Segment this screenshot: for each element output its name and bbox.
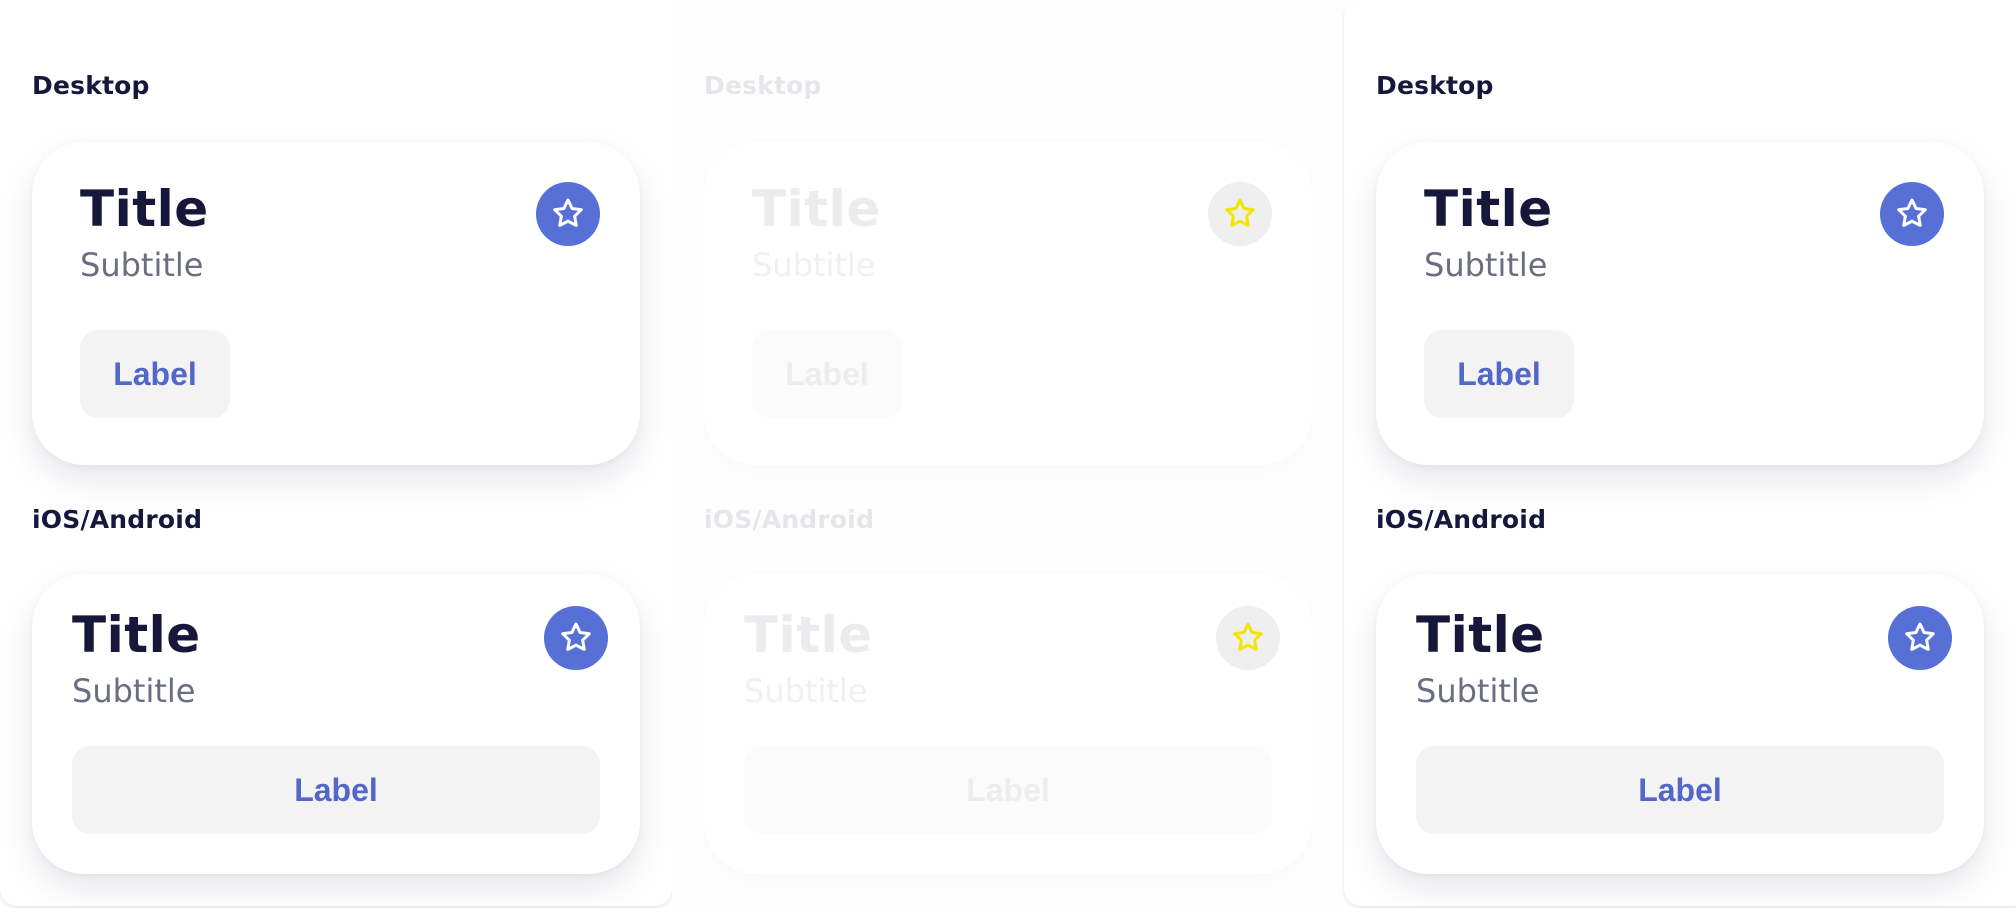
star-icon bbox=[1897, 198, 1927, 227]
card-variant-column-default-2: Desktop Title Subtitle Label iOS/Android… bbox=[1344, 0, 2016, 906]
card-title: Title bbox=[1416, 606, 1545, 664]
card-title: Title bbox=[752, 180, 881, 238]
card-subtitle: Subtitle bbox=[1416, 672, 1540, 710]
desktop-card-disabled: Title Subtitle Label bbox=[704, 142, 1312, 465]
card-title: Title bbox=[1424, 180, 1553, 238]
section-label-ios-android: iOS/Android bbox=[704, 505, 875, 534]
favorite-button[interactable] bbox=[1880, 182, 1944, 246]
section-label-desktop: Desktop bbox=[704, 71, 822, 100]
mobile-card: Title Subtitle Label bbox=[1376, 574, 1984, 874]
section-label-ios-android: iOS/Android bbox=[1376, 505, 1547, 534]
card-subtitle: Subtitle bbox=[744, 672, 868, 710]
favorite-button-disabled bbox=[1216, 606, 1280, 670]
desktop-card: Title Subtitle Label bbox=[1376, 142, 1984, 465]
mobile-card: Title Subtitle Label bbox=[32, 574, 640, 874]
card-variant-column-default-1: Desktop Title Subtitle Label iOS/Android… bbox=[0, 0, 672, 906]
desktop-card: Title Subtitle Label bbox=[32, 142, 640, 465]
card-title: Title bbox=[744, 606, 873, 664]
card-subtitle: Subtitle bbox=[80, 246, 204, 284]
star-icon bbox=[1225, 198, 1255, 227]
favorite-button[interactable] bbox=[544, 606, 608, 670]
section-label-ios-android: iOS/Android bbox=[32, 505, 203, 534]
card-subtitle: Subtitle bbox=[1424, 246, 1548, 284]
star-icon bbox=[553, 198, 583, 227]
card-title: Title bbox=[80, 180, 209, 238]
mobile-card-disabled: Title Subtitle Label bbox=[704, 574, 1312, 874]
star-icon bbox=[561, 622, 591, 651]
card-subtitle: Subtitle bbox=[72, 672, 196, 710]
section-label-desktop: Desktop bbox=[32, 71, 150, 100]
label-button[interactable]: Label bbox=[1424, 330, 1574, 418]
label-button-disabled: Label bbox=[752, 330, 902, 418]
label-button[interactable]: Label bbox=[80, 330, 230, 418]
card-variant-column-disabled: Desktop Title Subtitle Label iOS/Android… bbox=[672, 0, 1344, 908]
favorite-button[interactable] bbox=[1888, 606, 1952, 670]
label-button[interactable]: Label bbox=[1416, 746, 1944, 834]
section-label-desktop: Desktop bbox=[1376, 71, 1494, 100]
favorite-button[interactable] bbox=[536, 182, 600, 246]
card-subtitle: Subtitle bbox=[752, 246, 876, 284]
label-button-disabled: Label bbox=[744, 746, 1272, 834]
label-button[interactable]: Label bbox=[72, 746, 600, 834]
favorite-button-disabled bbox=[1208, 182, 1272, 246]
star-icon bbox=[1905, 622, 1935, 651]
card-title: Title bbox=[72, 606, 201, 664]
star-icon bbox=[1233, 622, 1263, 651]
